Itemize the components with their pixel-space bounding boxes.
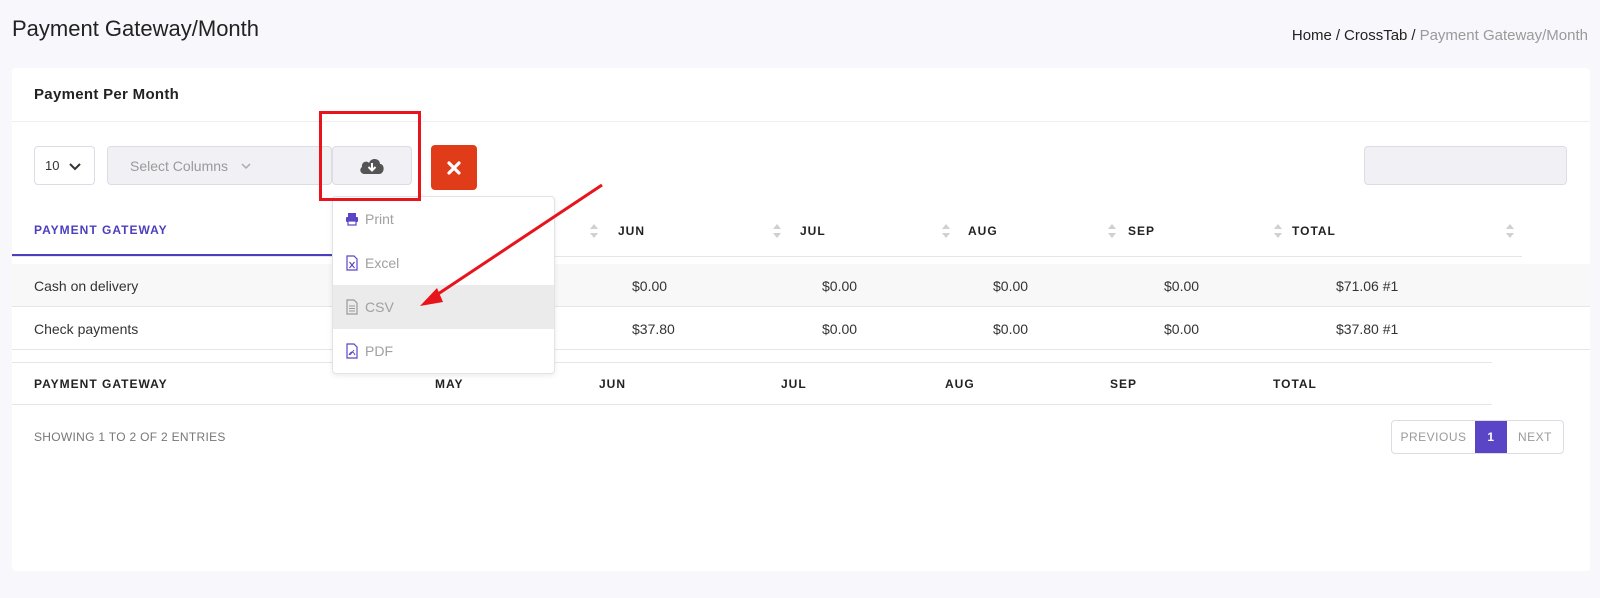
divider — [12, 404, 1492, 405]
sort-icon — [942, 224, 950, 238]
previous-page-button[interactable]: PREVIOUS — [1392, 421, 1475, 453]
report-card: Payment Per Month 10 Select Columns PAYM… — [12, 68, 1590, 571]
table-footer: PAYMENT GATEWAY MAY JUN JUL AUG SEP TOTA… — [12, 363, 1522, 405]
pagination: PREVIOUS 1 NEXT — [1391, 420, 1564, 454]
next-page-button[interactable]: NEXT — [1507, 421, 1563, 453]
menu-item-print[interactable]: Print — [333, 197, 554, 241]
select-columns-placeholder: Select Columns — [130, 157, 229, 174]
menu-item-label: Excel — [365, 255, 400, 271]
cell-total: $37.80 #1 — [1336, 320, 1399, 337]
cell-total: $71.06 #1 — [1336, 277, 1399, 294]
column-header-aug[interactable]: AUG — [968, 206, 998, 256]
footer-payment-gateway: PAYMENT GATEWAY — [34, 377, 168, 391]
table-row: Cash on delivery $0.00 $0.00 $0.00 $0.00… — [12, 264, 1590, 307]
print-icon — [346, 213, 358, 226]
divider — [12, 256, 1522, 257]
search-input[interactable] — [1364, 146, 1567, 185]
column-header-total[interactable]: TOTAL — [1292, 206, 1336, 256]
cell-aug: $0.00 — [993, 277, 1029, 294]
page-length-value: 10 — [45, 158, 60, 173]
table-row: Check payments $37.80 $0.00 $0.00 $0.00 … — [12, 307, 1590, 350]
excel-file-icon — [346, 255, 358, 271]
annotation-highlight-box — [319, 111, 421, 201]
cell-jul: $0.00 — [822, 320, 858, 337]
table-header: PAYMENT GATEWAY JUN JUL AUG SEP TOTAL — [12, 206, 1522, 256]
breadcrumb-separator: / — [1411, 27, 1416, 44]
column-header-jun[interactable]: JUN — [618, 206, 645, 256]
cell-sep: $0.00 — [1164, 277, 1200, 294]
cell-jul: $0.00 — [822, 277, 858, 294]
cell-gateway: Cash on delivery — [34, 277, 139, 294]
card-title: Payment Per Month — [34, 86, 180, 103]
menu-item-label: CSV — [365, 299, 394, 315]
column-header-payment-gateway[interactable]: PAYMENT GATEWAY — [12, 206, 332, 256]
page-title: Payment Gateway/Month — [12, 16, 260, 41]
export-dropdown-menu: Print Excel CSV PDF — [332, 196, 555, 374]
select-columns-dropdown[interactable]: Select Columns — [107, 146, 332, 185]
page-1-button[interactable]: 1 — [1475, 421, 1507, 453]
sort-icon — [1108, 224, 1116, 238]
menu-item-label: PDF — [365, 343, 393, 359]
cell-gateway: Check payments — [34, 320, 139, 337]
csv-file-icon — [346, 299, 358, 315]
chevron-down-icon — [241, 162, 251, 169]
column-header-jul[interactable]: JUL — [800, 206, 826, 256]
breadcrumb-separator: / — [1335, 27, 1341, 44]
sort-icon — [773, 224, 781, 238]
chevron-down-icon — [69, 163, 81, 171]
table-info: SHOWING 1 TO 2 OF 2 ENTRIES — [34, 430, 226, 444]
menu-item-label: Print — [365, 211, 394, 227]
menu-item-csv[interactable]: CSV — [333, 285, 554, 329]
column-header-sep[interactable]: SEP — [1128, 206, 1155, 256]
cell-jun: $0.00 — [632, 277, 668, 294]
breadcrumb-crosstab[interactable]: CrossTab — [1344, 27, 1407, 44]
breadcrumb-current: Payment Gateway/Month — [1419, 27, 1588, 44]
menu-item-pdf[interactable]: PDF — [333, 329, 554, 373]
breadcrumb: Home / CrossTab / Payment Gateway/Month — [1292, 27, 1588, 44]
footer-aug: AUG — [945, 377, 975, 391]
card-header: Payment Per Month — [12, 68, 1590, 122]
menu-item-excel[interactable]: Excel — [333, 241, 554, 285]
breadcrumb-home[interactable]: Home — [1292, 27, 1332, 44]
sort-icon — [1506, 224, 1514, 238]
sort-icon — [1274, 224, 1282, 238]
cell-jun: $37.80 — [632, 320, 675, 337]
cell-aug: $0.00 — [993, 320, 1029, 337]
pdf-file-icon — [346, 343, 358, 359]
footer-sep: SEP — [1110, 377, 1138, 391]
sort-icon — [590, 224, 598, 238]
times-icon — [447, 160, 461, 175]
divider — [12, 349, 1590, 350]
footer-total: TOTAL — [1273, 377, 1317, 391]
footer-jul: JUL — [781, 377, 807, 391]
cell-sep: $0.00 — [1164, 320, 1200, 337]
footer-jun: JUN — [599, 377, 627, 391]
page-length-select[interactable]: 10 — [34, 146, 95, 185]
clear-filter-button[interactable] — [431, 145, 477, 190]
